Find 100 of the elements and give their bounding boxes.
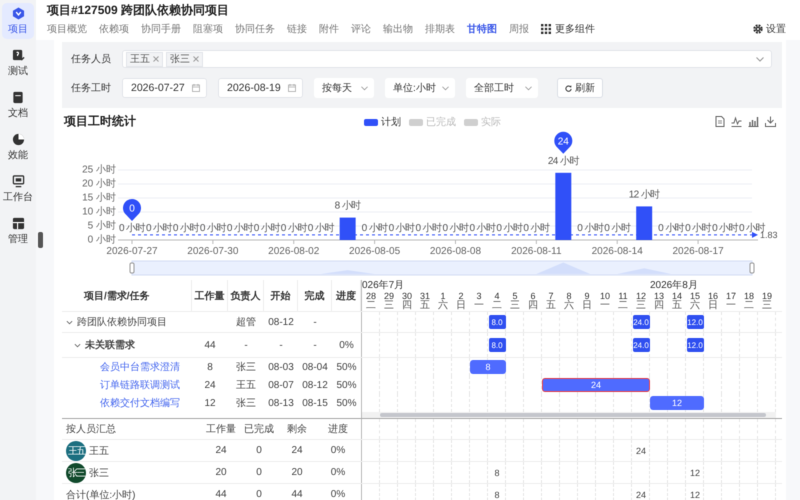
hours-chip[interactable]: 12.0 xyxy=(686,338,704,352)
table-cell: 50% xyxy=(336,398,356,408)
task-link[interactable]: 依赖交付文档编写 xyxy=(100,396,180,410)
data-label: 0 小时 xyxy=(146,223,172,234)
assignee-tag: 王五 xyxy=(126,52,163,66)
axis-label: 25 小时 xyxy=(82,164,116,176)
line-chart-icon[interactable] xyxy=(731,116,742,126)
collapse-handle[interactable] xyxy=(38,232,43,248)
axis-label: 20 小时 xyxy=(82,178,116,190)
data-label: 0 小时 xyxy=(442,223,468,234)
task-link[interactable]: 会员中台需求澄清 xyxy=(100,360,180,374)
hours-chip[interactable]: 8.0 xyxy=(488,338,506,352)
data-label: 0 小时 xyxy=(416,223,442,234)
sidebar-item[interactable]: 文档 xyxy=(2,87,34,123)
day-header: 8 六 xyxy=(563,292,575,311)
table-cell: 08-13 xyxy=(268,398,294,408)
tab[interactable]: 协同手册 xyxy=(141,22,181,36)
legend-item[interactable]: 计划 xyxy=(364,115,401,129)
end-date-field[interactable]: 2026-08-19 xyxy=(218,78,303,98)
task-link[interactable]: 订单链路联调测试 xyxy=(100,378,180,392)
data-label: 24 小时 xyxy=(548,156,579,167)
marker-pin: 0 xyxy=(123,199,141,221)
chevron-down-icon xyxy=(361,86,368,90)
document-icon[interactable] xyxy=(715,116,725,126)
data-label: 0 小时 xyxy=(200,223,226,234)
row-title: 跨团队依赖协同项目 xyxy=(77,316,167,329)
table-cell: 12 xyxy=(204,398,216,408)
task-bar[interactable]: 12 xyxy=(650,396,704,410)
bar[interactable] xyxy=(340,218,356,240)
tab[interactable]: 评论 xyxy=(351,22,371,36)
table-cell: 08-03 xyxy=(268,362,294,372)
hours-chip[interactable]: 12.0 xyxy=(686,315,704,329)
day-header: 15 六 xyxy=(688,292,701,311)
sidebar-item[interactable]: 测试 xyxy=(2,45,34,81)
start-date-field[interactable]: 2026-07-27 xyxy=(122,78,207,98)
document-icon xyxy=(12,91,24,104)
axis-label: 2026-08-05 xyxy=(349,246,400,257)
axis-label: 2026-08-08 xyxy=(430,246,482,257)
assignee-select[interactable]: 王五 张三 xyxy=(122,50,772,68)
refresh-icon xyxy=(565,84,572,92)
data-label: 0 小时 xyxy=(712,223,738,234)
chevron-down-icon xyxy=(442,86,449,90)
chevron-down-icon[interactable] xyxy=(66,318,73,326)
data-label: 0 小时 xyxy=(523,223,550,234)
grid-icon xyxy=(12,217,24,230)
data-label: 0 小时 xyxy=(469,223,496,234)
scrollbar[interactable] xyxy=(362,412,776,418)
task-bar[interactable]: 8 xyxy=(470,360,506,374)
sidebar-item[interactable]: 管理 xyxy=(2,213,34,249)
tab[interactable]: 依赖项 xyxy=(99,22,129,36)
data-label: 0 小时 xyxy=(604,223,630,234)
unit-select[interactable]: 单位:小时 xyxy=(385,78,455,98)
axis-label: 2026-08-11 xyxy=(511,246,562,257)
tab[interactable]: 输出物 xyxy=(383,22,413,36)
tab[interactable]: 阻塞项 xyxy=(193,22,223,36)
hours-chip[interactable]: 24.0 xyxy=(632,338,650,352)
monitor-icon xyxy=(12,175,24,188)
day-header: 14 五 xyxy=(670,292,683,311)
project-title: 项目#127509 跨团队依赖协同项目 xyxy=(47,3,230,18)
tab[interactable]: 周报 xyxy=(509,22,529,36)
table-cell: 44 xyxy=(291,489,303,500)
field-label: 任务人员 xyxy=(71,53,111,66)
zoom-slider[interactable] xyxy=(130,260,754,276)
column-header: 进度 xyxy=(332,280,361,311)
tab[interactable]: 链接 xyxy=(287,22,307,36)
tab[interactable]: 项目概览 xyxy=(47,22,87,36)
day-header: 4 二 xyxy=(491,292,503,311)
axis-label: 2026-07-27 xyxy=(106,246,158,257)
data-label: 0 小时 xyxy=(362,223,388,234)
table-cell-text: 王五 xyxy=(236,379,256,392)
axis-label: 2026-07-30 xyxy=(187,246,238,257)
sidebar-item[interactable]: 项目 xyxy=(2,3,34,39)
table-cell: 08-04 xyxy=(302,362,328,372)
more-menu[interactable]: 更多组件 xyxy=(541,22,595,36)
day-header: 12 三 xyxy=(634,292,647,311)
tab[interactable]: 甘特图 xyxy=(467,22,497,36)
table-cell: 24 xyxy=(204,380,216,390)
bar-chart-icon[interactable] xyxy=(748,116,759,126)
granularity-select[interactable]: 按每天 xyxy=(314,78,374,98)
download-icon[interactable] xyxy=(765,116,776,126)
bar[interactable] xyxy=(555,172,572,240)
close-icon[interactable] xyxy=(153,56,159,62)
tab[interactable]: 协同任务 xyxy=(235,22,275,36)
bar[interactable] xyxy=(636,206,652,240)
hours-chip[interactable]: 8.0 xyxy=(488,315,506,329)
settings-link[interactable]: 设置 xyxy=(753,22,786,36)
scope-select[interactable]: 全部工时 xyxy=(466,78,538,98)
table-cell: 08-12 xyxy=(268,316,294,328)
tab[interactable]: 附件 xyxy=(319,22,339,36)
refresh-button[interactable]: 刷新 xyxy=(557,78,603,98)
task-bar[interactable]: 24 xyxy=(542,378,650,392)
sidebar-item[interactable]: 工作台 xyxy=(2,171,34,207)
data-label: 0 小时 xyxy=(280,223,307,234)
sidebar-item[interactable]: 效能 xyxy=(2,129,34,165)
close-icon[interactable] xyxy=(193,56,199,62)
chevron-down-icon[interactable] xyxy=(74,342,81,348)
table-cell: 24 xyxy=(215,445,227,456)
hours-chip[interactable]: 24.0 xyxy=(632,315,650,329)
tab[interactable]: 排期表 xyxy=(425,22,455,36)
axis-label: 2026-08-14 xyxy=(592,246,643,257)
